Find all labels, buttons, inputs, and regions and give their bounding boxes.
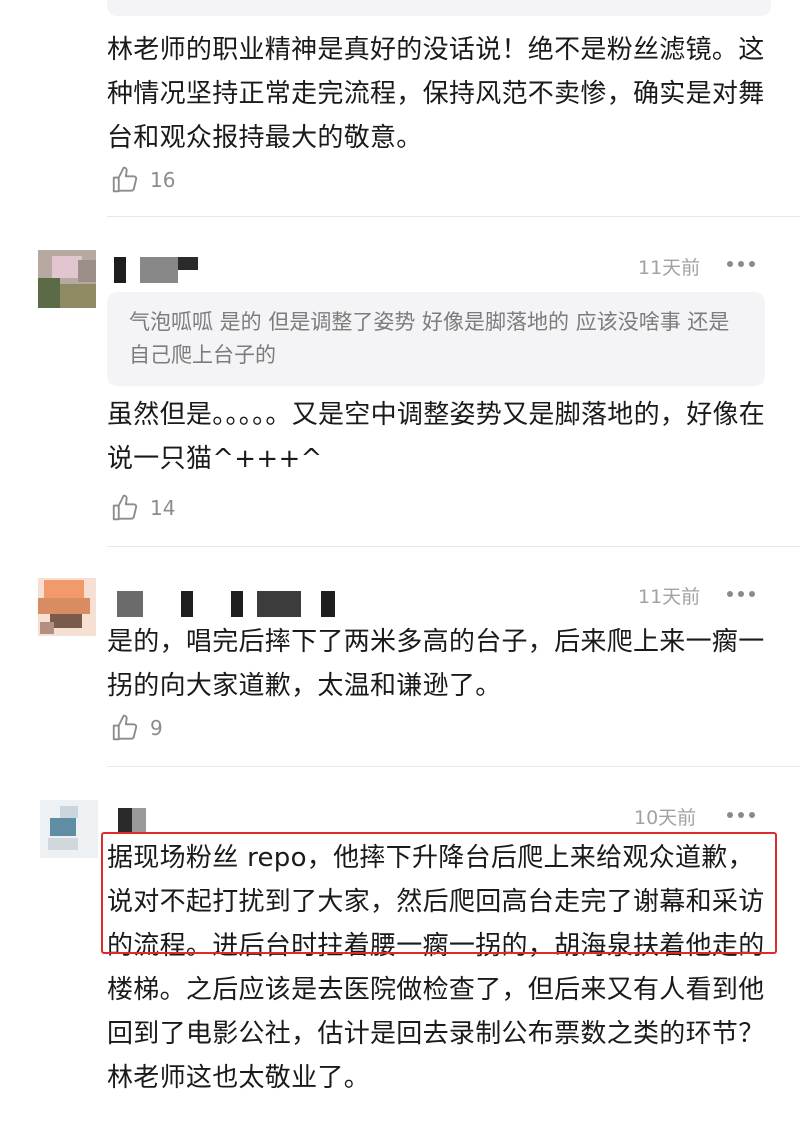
username-blurred[interactable] bbox=[118, 808, 148, 834]
divider bbox=[107, 546, 800, 547]
like-count: 9 bbox=[150, 716, 163, 740]
username-blurred[interactable] bbox=[117, 591, 335, 617]
thumbs-up-icon bbox=[112, 166, 138, 193]
previous-quote-block bbox=[107, 0, 771, 16]
more-dots-icon[interactable] bbox=[727, 810, 757, 820]
comment-time: 11天前 bbox=[638, 586, 701, 608]
comment-time: 10天前 bbox=[634, 807, 697, 829]
like-count: 14 bbox=[150, 496, 176, 520]
comment-time: 11天前 bbox=[638, 257, 701, 279]
like-button[interactable]: 9 bbox=[110, 712, 163, 744]
quoted-reply: 气泡呱呱 是的 但是调整了姿势 好像是脚落地的 应该没啥事 还是自己爬上台子的 bbox=[107, 292, 765, 386]
thumbs-up-icon bbox=[112, 494, 138, 521]
avatar[interactable] bbox=[38, 250, 96, 308]
avatar[interactable] bbox=[40, 800, 98, 858]
comment-text: 是的，唱完后摔下了两米多高的台子，后来爬上来一瘸一拐的向大家道歉，太温和谦逊了。 bbox=[107, 627, 765, 701]
username-blurred[interactable] bbox=[114, 257, 198, 283]
thumbs-up-icon bbox=[112, 714, 138, 741]
more-dots-icon[interactable] bbox=[727, 589, 757, 599]
like-button[interactable]: 16 bbox=[110, 164, 175, 196]
more-dots-icon[interactable] bbox=[727, 259, 757, 269]
divider bbox=[107, 216, 800, 217]
divider bbox=[107, 766, 800, 767]
comment-text: 林老师的职业精神是真好的没话说！绝不是粉丝滤镜。这种情况坚持正常走完流程，保持风… bbox=[107, 35, 765, 153]
like-count: 16 bbox=[150, 168, 176, 192]
like-button[interactable]: 14 bbox=[110, 492, 175, 524]
comment-text: 虽然但是。。。。。又是空中调整姿势又是脚落地的，好像在说一只猫^+++^ bbox=[107, 400, 766, 474]
red-highlight-box bbox=[101, 832, 777, 954]
avatar[interactable] bbox=[38, 578, 96, 636]
